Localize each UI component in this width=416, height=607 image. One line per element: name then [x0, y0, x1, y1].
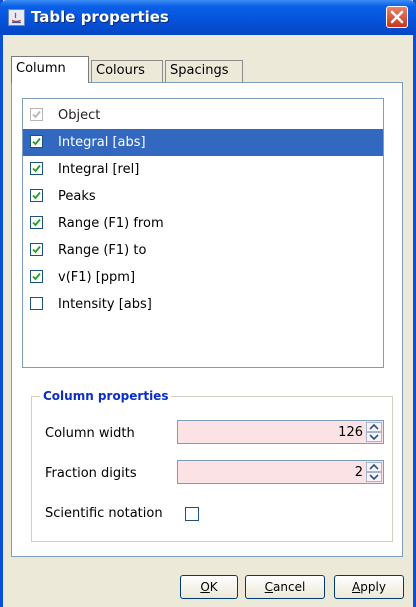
- ok-button[interactable]: OK: [180, 575, 238, 599]
- fraction-digits-value[interactable]: 2: [355, 465, 363, 480]
- list-item-intensity-abs[interactable]: Intensity [abs]: [23, 291, 383, 318]
- list-item-label: v(F1) [ppm]: [58, 270, 136, 285]
- object-checkbox: [30, 108, 43, 121]
- java-app-icon: [8, 9, 25, 26]
- close-icon: [390, 10, 404, 24]
- intensity-abs-checkbox[interactable]: [30, 297, 43, 310]
- columns-list[interactable]: Object Integral [abs] Integral [rel] Pea…: [22, 98, 384, 368]
- peaks-checkbox[interactable]: [30, 189, 43, 202]
- list-item-range-f1-from[interactable]: Range (F1) from: [23, 210, 383, 237]
- list-item-integral-abs[interactable]: Integral [abs]: [23, 129, 383, 156]
- list-item-label: Range (F1) from: [58, 216, 164, 231]
- list-item-v-f1-ppm[interactable]: v(F1) [ppm]: [23, 264, 383, 291]
- list-item-label: Range (F1) to: [58, 243, 147, 258]
- list-item-label: Peaks: [58, 189, 96, 204]
- window-title: Table properties: [31, 8, 169, 26]
- list-item-range-f1-to[interactable]: Range (F1) to: [23, 237, 383, 264]
- tab-spacings[interactable]: Spacings: [165, 60, 243, 82]
- range-f1-from-checkbox[interactable]: [30, 216, 43, 229]
- tab-colours[interactable]: Colours: [91, 60, 163, 82]
- spinner-arrows-icon[interactable]: [366, 462, 382, 482]
- fraction-digits-label: Fraction digits: [45, 466, 137, 481]
- list-item-label: Object: [58, 108, 101, 123]
- tab-strip: Column Colours Spacings: [11, 56, 411, 83]
- scientific-notation-checkbox[interactable]: [185, 507, 199, 521]
- apply-button[interactable]: Apply: [334, 575, 404, 599]
- list-item-peaks[interactable]: Peaks: [23, 183, 383, 210]
- column-width-value[interactable]: 126: [338, 425, 363, 440]
- close-button[interactable]: [386, 6, 408, 28]
- column-width-spinner[interactable]: 126: [177, 420, 384, 444]
- cancel-button[interactable]: Cancel: [245, 575, 325, 599]
- scientific-notation-label: Scientific notation: [45, 506, 163, 521]
- list-item-object[interactable]: Object: [23, 102, 383, 129]
- fraction-digits-spinner[interactable]: 2: [177, 460, 384, 484]
- column-properties-title: Column properties: [40, 389, 172, 403]
- range-f1-to-checkbox[interactable]: [30, 243, 43, 256]
- column-width-label: Column width: [45, 426, 135, 441]
- tab-column[interactable]: Column: [11, 56, 89, 83]
- list-item-label: Integral [abs]: [58, 135, 146, 150]
- list-item-label: Integral [rel]: [58, 162, 140, 177]
- integral-abs-checkbox[interactable]: [30, 135, 43, 148]
- v-f1-ppm-checkbox[interactable]: [30, 270, 43, 283]
- integral-rel-checkbox[interactable]: [30, 162, 43, 175]
- spinner-arrows-icon[interactable]: [366, 422, 382, 442]
- list-item-label: Intensity [abs]: [58, 297, 152, 312]
- list-item-integral-rel[interactable]: Integral [rel]: [23, 156, 383, 183]
- title-bar[interactable]: Table properties: [0, 0, 416, 35]
